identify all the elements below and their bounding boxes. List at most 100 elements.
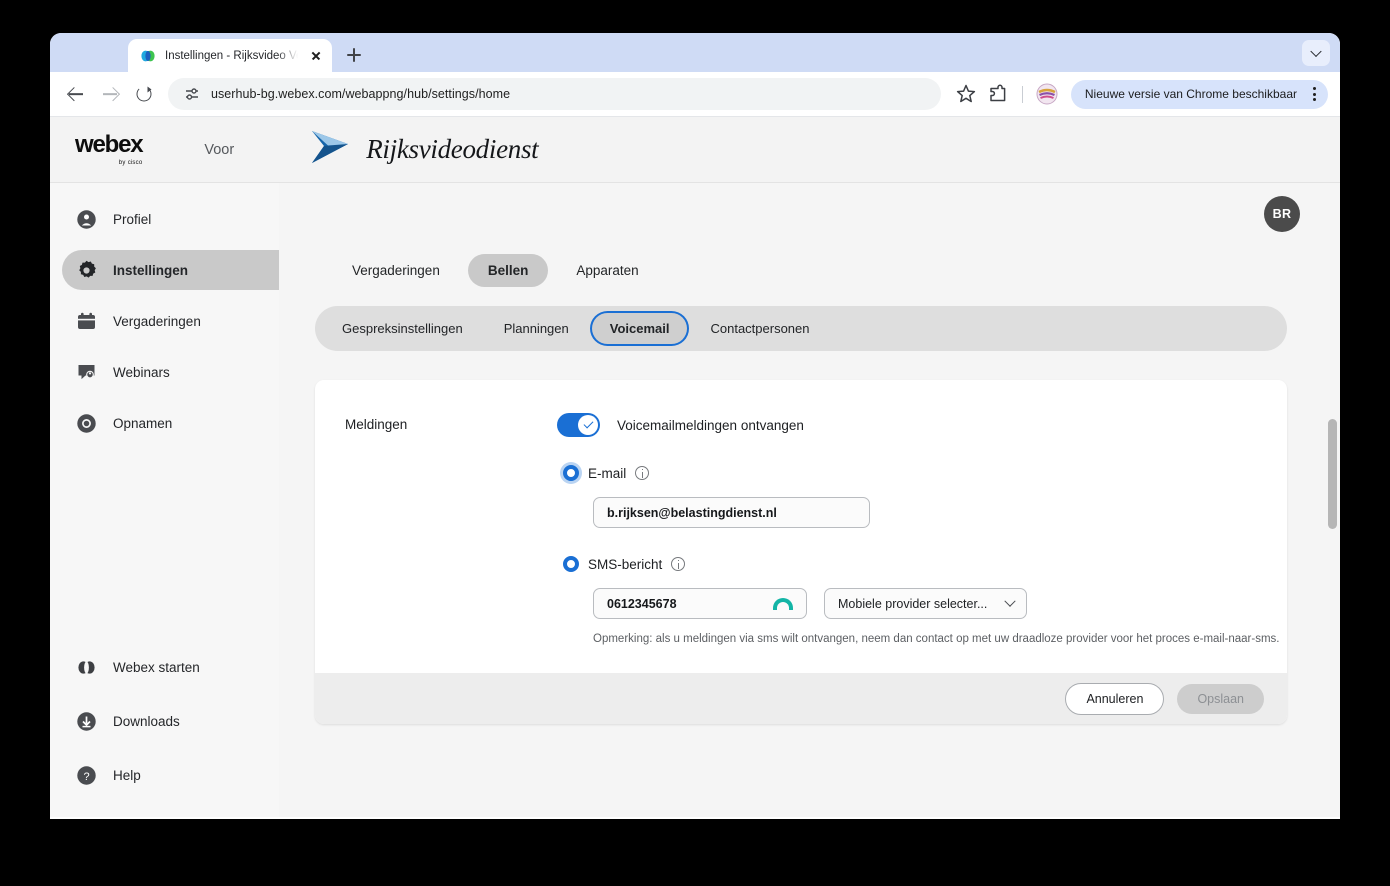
rijksvideodienst-arrow-logo: [308, 127, 352, 172]
sidebar-item-vergaderingen[interactable]: Vergaderingen: [62, 301, 300, 341]
card-body: Meldingen Voicemailmeldingen ontvangen E…: [315, 380, 1287, 673]
cancel-button[interactable]: Annuleren: [1065, 682, 1165, 715]
phone-field[interactable]: 0612345678: [593, 588, 807, 619]
page-viewport: webex by cisco Voor Rijksvideodienst Pro…: [50, 117, 1340, 818]
main-content: BR Vergaderingen Bellen Apparaten Gespre…: [279, 183, 1340, 817]
section-title: Meldingen: [345, 417, 408, 432]
voor-label: Voor: [204, 141, 235, 158]
site-settings-icon[interactable]: [184, 86, 200, 102]
sms-radio[interactable]: [563, 556, 579, 572]
subtab-planningen[interactable]: Planningen: [486, 313, 587, 344]
email-radio-row: E-mail: [563, 465, 1287, 481]
sidebar-item-opnamen[interactable]: Opnamen: [62, 403, 300, 443]
webex-logo: webex by cisco: [75, 133, 144, 167]
org-brand-name: Rijksvideodienst: [366, 134, 539, 164]
subtab-gespreksinstellingen[interactable]: Gespreksinstellingen: [324, 313, 481, 344]
gear-icon: [76, 260, 97, 281]
autofill-arc-icon[interactable]: [773, 597, 793, 610]
sidebar-item-label: Help: [113, 767, 141, 783]
info-icon[interactable]: [635, 466, 650, 480]
primary-tabs: Vergaderingen Bellen Apparaten: [312, 245, 1340, 295]
arrow-right-icon: [103, 93, 117, 95]
kebab-menu-icon[interactable]: [1306, 85, 1322, 103]
app-header: webex by cisco Voor Rijksvideodienst: [50, 117, 1340, 183]
card-footer: Annuleren Opslaan: [315, 673, 1287, 725]
sidebar-item-label: Vergaderingen: [113, 313, 201, 329]
email-field[interactable]: b.rijksen@belastingdienst.nl: [593, 497, 870, 528]
chrome-update-button[interactable]: Nieuwe versie van Chrome beschikbaar: [1070, 79, 1328, 109]
info-icon[interactable]: [671, 557, 686, 571]
reload-button[interactable]: [128, 78, 160, 110]
section-fields: Voicemailmeldingen ontvangen E-mail b.ri…: [557, 413, 1287, 647]
sidebar: Profiel Instellingen Vergaderingen Webin…: [50, 183, 312, 817]
sidebar-item-label: Opnamen: [113, 415, 173, 431]
subtab-voicemail[interactable]: Voicemail: [591, 313, 688, 344]
sidebar-item-profiel[interactable]: Profiel: [62, 199, 300, 239]
email-radio-label: E-mail: [588, 465, 627, 481]
download-icon: [76, 711, 97, 732]
sms-radio-label: SMS-bericht: [588, 556, 663, 572]
phone-field-value: 0612345678: [607, 596, 677, 611]
sidebar-item-label: Webex starten: [113, 659, 200, 675]
content-topbar: BR: [312, 183, 1340, 245]
email-radio[interactable]: [563, 465, 579, 481]
mobile-provider-select[interactable]: Mobiele provider selecter...: [824, 588, 1027, 619]
sidebar-item-help[interactable]: ? Help: [62, 755, 300, 795]
back-button[interactable]: [60, 78, 92, 110]
arrow-left-icon: [69, 93, 83, 95]
app-body: Profiel Instellingen Vergaderingen Webin…: [50, 183, 1340, 817]
reload-icon: [136, 86, 152, 102]
update-chip-label: Nieuwe versie van Chrome beschikbaar: [1084, 87, 1297, 101]
person-circle-icon: [76, 209, 97, 230]
url-text: userhub-bg.webex.com/webappng/hub/settin…: [211, 87, 511, 101]
tab-search-button[interactable]: [1302, 40, 1330, 66]
tab-apparaten[interactable]: Apparaten: [556, 254, 658, 287]
svg-text:?: ?: [83, 771, 89, 783]
sidebar-bottom-group: Webex starten Downloads ? Help: [50, 647, 312, 809]
extensions-icon[interactable]: [983, 79, 1013, 109]
sms-note: Opmerking: als u meldingen via sms wilt …: [593, 633, 1280, 645]
chevron-down-icon: [1004, 595, 1016, 607]
address-bar[interactable]: userhub-bg.webex.com/webappng/hub/settin…: [168, 78, 941, 110]
page-scrollbar[interactable]: [1328, 249, 1337, 818]
sidebar-item-label: Downloads: [113, 713, 180, 729]
question-circle-icon: ?: [76, 765, 97, 786]
browser-tab[interactable]: Instellingen - Rijksvideo Verga: [128, 39, 332, 72]
chevron-down-icon: [1310, 45, 1322, 58]
tab-vergaderingen[interactable]: Vergaderingen: [332, 254, 460, 287]
tab-bellen[interactable]: Bellen: [467, 253, 549, 287]
star-icon[interactable]: [951, 79, 981, 109]
close-icon[interactable]: [307, 47, 324, 64]
sidebar-item-label: Instellingen: [113, 262, 189, 278]
scrollbar-thumb[interactable]: [1328, 419, 1337, 529]
webex-favicon-icon: [140, 48, 156, 64]
record-circle-icon: [76, 413, 97, 434]
new-tab-button[interactable]: [340, 41, 368, 69]
avatar[interactable]: BR: [1264, 196, 1300, 232]
notifications-toggle[interactable]: [557, 413, 600, 437]
forward-button[interactable]: [94, 78, 126, 110]
sidebar-item-label: Profiel: [113, 211, 152, 227]
org-brand: Rijksvideodienst: [308, 127, 539, 172]
voicemail-settings-card: Meldingen Voicemailmeldingen ontvangen E…: [315, 380, 1287, 725]
browser-toolbar: userhub-bg.webex.com/webappng/hub/settin…: [50, 72, 1340, 117]
mobile-provider-value: Mobiele provider selecter...: [838, 596, 988, 611]
toggle-knob: [578, 415, 598, 435]
sub-tabs: Gespreksinstellingen Planningen Voicemai…: [315, 306, 1287, 351]
browser-window: Instellingen - Rijksvideo Verga: [50, 33, 1340, 819]
toolbar-divider: [1021, 85, 1023, 103]
sidebar-item-webex-starten[interactable]: Webex starten: [62, 647, 300, 687]
email-input-wrap: b.rijksen@belastingdienst.nl: [593, 497, 1287, 528]
sidebar-item-instellingen[interactable]: Instellingen: [62, 250, 300, 290]
sms-inputs-row: 0612345678 Mobiele provider selecter...: [593, 588, 1287, 619]
tab-strip: Instellingen - Rijksvideo Verga: [50, 33, 1340, 72]
sidebar-item-downloads[interactable]: Downloads: [62, 701, 300, 741]
calendar-icon: [76, 311, 97, 332]
sidebar-item-webinars[interactable]: Webinars: [62, 352, 300, 392]
profile-avatar-icon[interactable]: [1032, 79, 1062, 109]
notifications-toggle-label: Voicemailmeldingen ontvangen: [617, 417, 804, 433]
tab-title: Instellingen - Rijksvideo Verga: [165, 49, 298, 62]
webex-byline: by cisco: [118, 160, 143, 166]
sidebar-item-label: Webinars: [113, 364, 170, 380]
subtab-contactpersonen[interactable]: Contactpersonen: [692, 313, 827, 344]
